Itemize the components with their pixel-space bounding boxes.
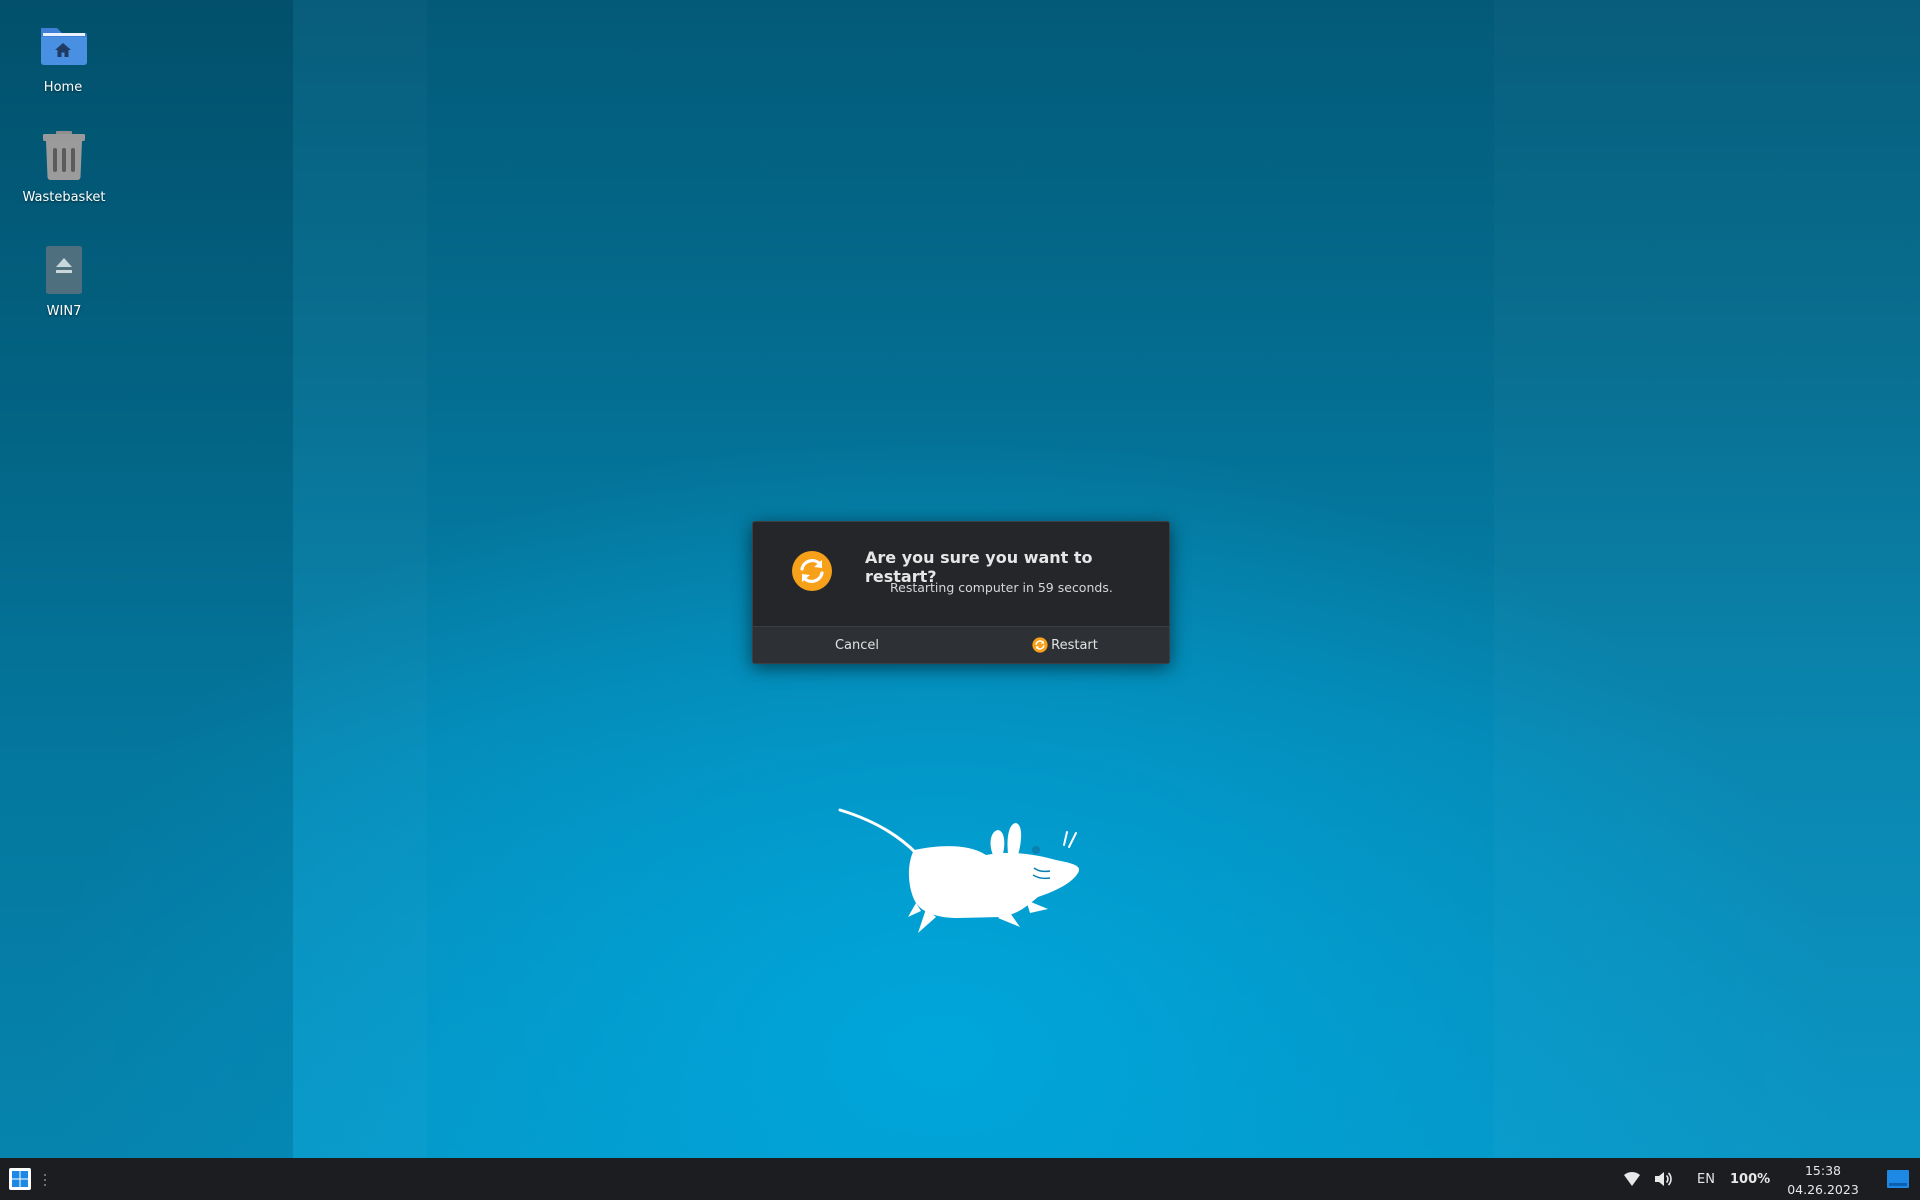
xfce-mouse-logo — [838, 805, 1083, 935]
folder-home-icon — [35, 18, 91, 74]
volume-icon[interactable] — [1653, 1158, 1673, 1200]
clock[interactable]: 15:38 04.26.2023 — [1780, 1161, 1866, 1199]
wifi-icon[interactable] — [1623, 1158, 1641, 1200]
cancel-button-label: Cancel — [834, 637, 880, 653]
cancel-button[interactable]: Cancel — [753, 627, 961, 663]
keyboard-layout-label: EN — [1697, 1171, 1715, 1187]
panel-separator-handle[interactable] — [43, 1173, 47, 1187]
restart-button[interactable]: Restart — [961, 627, 1169, 663]
clock-date: 04.26.2023 — [1787, 1182, 1859, 1197]
dialog-message: Restarting computer in 59 seconds. — [890, 580, 1113, 595]
desktop: Home Wastebasket WIN7 Are you sure you w… — [0, 0, 1920, 1158]
wallpaper-band — [293, 0, 427, 1158]
desktop-icon-home[interactable]: Home — [8, 18, 118, 95]
restart-button-label: Restart — [1051, 637, 1098, 653]
drive-eject-icon — [36, 242, 92, 298]
show-desktop-icon[interactable] — [1887, 1170, 1909, 1188]
desktop-icon-wastebasket[interactable]: Wastebasket — [9, 128, 119, 205]
restart-icon — [791, 550, 833, 592]
wallpaper-band — [1494, 0, 1920, 1158]
trash-icon — [36, 128, 92, 184]
battery-indicator[interactable]: 100% — [1730, 1158, 1770, 1200]
battery-percent: 100% — [1730, 1171, 1771, 1187]
desktop-icon-win7[interactable]: WIN7 — [9, 242, 119, 319]
taskbar: EN 100% 15:38 04.26.2023 — [0, 1158, 1920, 1200]
keyboard-layout-indicator[interactable]: EN — [1697, 1158, 1715, 1200]
clock-time: 15:38 — [1804, 1163, 1842, 1178]
windows-start-icon[interactable] — [9, 1168, 31, 1190]
desktop-icon-label: Home — [43, 80, 83, 95]
restart-dialog: Are you sure you want to restart? Restar… — [752, 521, 1170, 664]
dialog-button-bar: Cancel Restart — [753, 626, 1169, 663]
desktop-icon-label: Wastebasket — [22, 190, 106, 205]
desktop-icon-label: WIN7 — [46, 304, 82, 319]
restart-icon — [1032, 637, 1048, 653]
